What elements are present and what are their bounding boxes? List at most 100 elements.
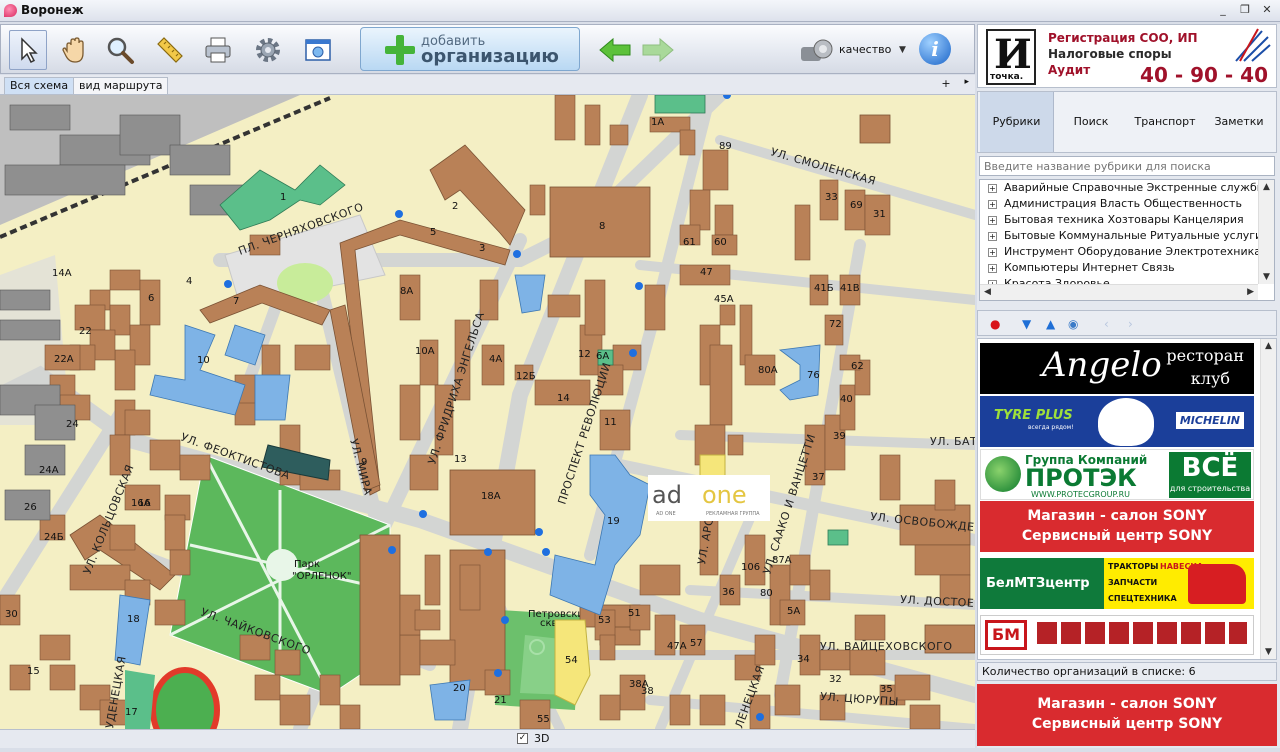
building-number: 40 — [840, 394, 853, 405]
category-horizontal-scrollbar[interactable]: ◀ ▶ — [980, 284, 1258, 300]
expand-icon[interactable]: + — [988, 184, 997, 193]
category-item[interactable]: + Администрация Власть Общественность — [980, 196, 1274, 212]
tochka-logo: И точка. — [986, 29, 1036, 85]
adone-logo[interactable]: ad one AD ONE РЕКЛАМНАЯ ГРУППА — [648, 475, 770, 521]
tab-search[interactable]: Поиск — [1054, 92, 1128, 152]
move-down-icon[interactable]: ▼ — [1022, 317, 1031, 331]
category-label: Бытовые Коммунальные Ритуальные услуги — [1004, 229, 1263, 242]
select-tool-button[interactable] — [9, 30, 47, 70]
expand-icon[interactable]: + — [988, 216, 997, 225]
rubric-search-input[interactable] — [980, 157, 1274, 175]
ad-tyreplus[interactable]: TYRE PLUS всегда рядом! MICHELIN — [980, 396, 1254, 447]
building-number: 20 — [453, 683, 466, 694]
expand-icon[interactable]: + — [988, 232, 997, 241]
3d-label: 3D — [534, 732, 550, 745]
forward-arrow-icon[interactable] — [641, 37, 675, 63]
category-vertical-scrollbar[interactable]: ▲ ▼ — [1258, 180, 1274, 284]
expand-icon[interactable]: + — [988, 248, 997, 257]
building-number: 106 — [741, 562, 760, 573]
pan-tool-button[interactable] — [55, 30, 93, 70]
quality-dropdown-icon[interactable]: ▼ — [899, 45, 906, 55]
logo-letter: И — [994, 31, 1032, 78]
expand-icon[interactable]: + — [988, 264, 997, 273]
building-number: 8 — [599, 221, 605, 232]
building-number: 9 — [361, 457, 367, 468]
building-number: 19 — [607, 516, 620, 527]
next-icon[interactable]: › — [1128, 317, 1133, 331]
building-number: 69 — [850, 200, 863, 211]
building-number: 39 — [833, 431, 846, 442]
building-number: 24 — [66, 419, 79, 430]
belmtz-name: БелМТЗцентр — [980, 558, 1104, 609]
printer-icon — [205, 37, 231, 63]
ad-line3: Аудит — [1048, 63, 1091, 77]
settings-tool-button[interactable] — [249, 30, 287, 70]
map-canvas[interactable]: Парк"ОРЛЕНОК" Петровский сквер — [0, 95, 975, 729]
building-number: 14А — [52, 268, 72, 279]
scroll-left-icon[interactable]: ◀ — [984, 287, 991, 297]
scroll-down-icon[interactable]: ▼ — [1263, 272, 1270, 282]
add-organization-button[interactable]: добавить организацию — [360, 27, 580, 71]
map-svg[interactable]: Парк"ОРЛЕНОК" Петровский сквер — [0, 95, 975, 729]
close-button[interactable]: ✕ — [1259, 3, 1275, 18]
ad-banner-top[interactable]: И точка. Регистрация СОО, ИП Налоговые с… — [977, 24, 1277, 88]
category-label: Аварийные Справочные Экстренные службы — [1004, 181, 1266, 194]
protek-box-big: ВСЁ — [1181, 453, 1239, 483]
ads-toolbar: ● ▼ ▲ ◉ ‹ › — [977, 310, 1277, 336]
ad-sony[interactable]: Магазин - салон SONY Сервисный центр SON… — [980, 501, 1254, 552]
ad-protek[interactable]: Группа Компаний ПРОТЭК WWW.PROTECGROUP.R… — [980, 449, 1254, 500]
quality-label[interactable]: качество — [839, 43, 891, 56]
scroll-up-icon[interactable]: ▲ — [1265, 341, 1272, 351]
tab-route-view[interactable]: вид маршрута — [73, 77, 169, 94]
ruler-icon — [157, 37, 183, 63]
print-tool-button[interactable] — [199, 30, 237, 70]
ad-line1: Регистрация СОО, ИП — [1048, 31, 1198, 45]
web-tool-button[interactable] — [299, 30, 337, 70]
belmtz-t1: ТРАКТОРЫ — [1108, 562, 1159, 571]
building-number: 21 — [494, 695, 507, 706]
building-number: 34 — [797, 654, 810, 665]
ad-bm[interactable]: БМ — [980, 615, 1254, 655]
scroll-right-icon[interactable]: ▶ — [1247, 287, 1254, 297]
add-tab-button[interactable]: + — [939, 77, 953, 93]
category-item[interactable]: + Инструмент Оборудование Электротехника — [980, 244, 1274, 260]
ruler-tool-button[interactable] — [151, 30, 189, 70]
add-org-line2: организацию — [421, 46, 559, 67]
ad-belmtz[interactable]: БелМТЗцентр ТРАКТОРЫ НАВЕСКА ЗАПЧАСТИ СП… — [980, 558, 1254, 609]
expand-icon[interactable]: + — [988, 200, 997, 209]
quality-icon[interactable] — [799, 35, 835, 65]
protek-box: ВСЁ для строительства — [1169, 452, 1251, 498]
tab-transport[interactable]: Транспорт — [1128, 92, 1202, 152]
ad-angelo[interactable]: Angelo ресторан клуб — [980, 343, 1254, 394]
globe-icon[interactable]: ◉ — [1068, 317, 1078, 331]
building-number: 41Б — [814, 283, 834, 294]
3d-checkbox[interactable]: ✓ — [517, 733, 528, 744]
tab-all-scheme[interactable]: Вся схема — [4, 77, 75, 94]
back-arrow-icon[interactable] — [598, 37, 632, 63]
ad-banner-bottom[interactable]: Магазин - салон SONY Сервисный центр SON… — [977, 684, 1277, 746]
info-icon[interactable]: i — [919, 33, 951, 65]
move-up-icon[interactable]: ▲ — [1046, 317, 1055, 331]
building-number: 51 — [628, 608, 641, 619]
prev-icon[interactable]: ‹ — [1104, 317, 1109, 331]
category-item[interactable]: + Компьютеры Интернет Связь — [980, 260, 1274, 276]
tab-rubrics[interactable]: Рубрики — [980, 92, 1054, 152]
scroll-up-icon[interactable]: ▲ — [1263, 182, 1270, 192]
adone-sub-a: AD ONE — [656, 511, 676, 517]
category-item[interactable]: + Бытовые Коммунальные Ритуальные услуги — [980, 228, 1274, 244]
adone-sub-b: РЕКЛАМНАЯ ГРУППА — [706, 511, 760, 517]
angelo-line2: клуб — [1190, 369, 1230, 388]
category-item[interactable]: + Аварийные Справочные Экстренные службы — [980, 180, 1274, 196]
tab-notes[interactable]: Заметки — [1202, 92, 1276, 152]
building-number: 24Б — [44, 532, 64, 543]
record-icon[interactable]: ● — [990, 317, 1000, 331]
ads-scrollbar[interactable]: ▲ ▼ — [1260, 339, 1276, 659]
belmtz-t4: СПЕЦТЕХНИКА — [1108, 594, 1177, 603]
minimize-button[interactable]: _ — [1215, 3, 1231, 18]
street-label: УЛ. БАТ — [930, 435, 975, 448]
category-item[interactable]: + Бытовая техника Хозтовары Канцелярия — [980, 212, 1274, 228]
restore-button[interactable]: ❐ — [1237, 3, 1253, 18]
tab-scroll-icon[interactable]: ▸ — [964, 77, 969, 87]
zoom-tool-button[interactable] — [101, 30, 139, 70]
scroll-down-icon[interactable]: ▼ — [1265, 647, 1272, 657]
